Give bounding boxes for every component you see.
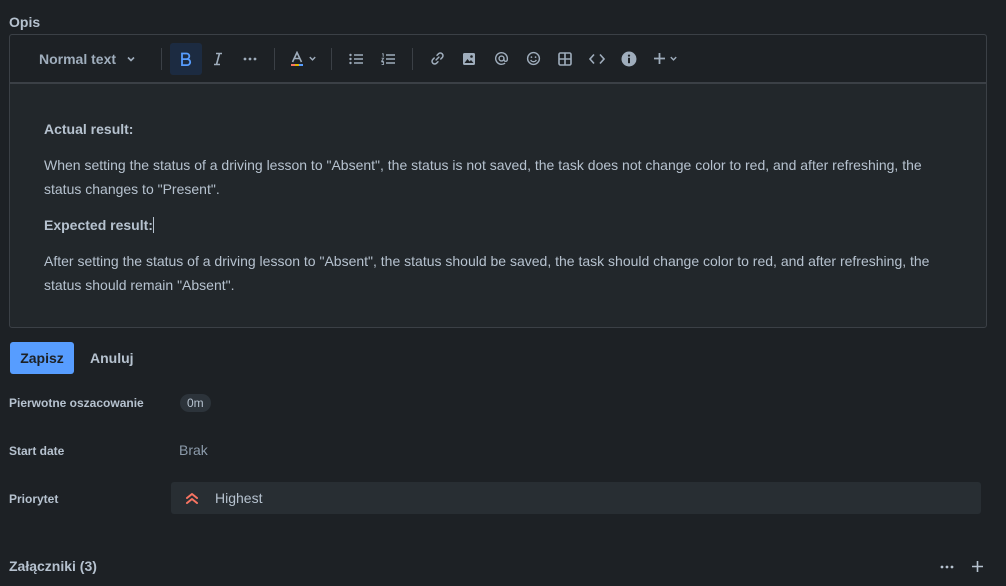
image-button[interactable] bbox=[453, 43, 485, 75]
save-button[interactable]: Zapisz bbox=[10, 342, 74, 374]
estimate-value[interactable]: 0m bbox=[180, 394, 211, 412]
description-editor[interactable]: Normal text Actual result: When setting … bbox=[9, 34, 987, 328]
numbered-list-button[interactable] bbox=[372, 43, 404, 75]
attachments-title: Załączniki (3) bbox=[9, 558, 97, 574]
plus-icon bbox=[971, 560, 983, 572]
text-style-label: Normal text bbox=[39, 50, 117, 67]
actual-result-text: When setting the status of a driving les… bbox=[44, 157, 922, 197]
more-icon bbox=[940, 565, 954, 569]
expected-result-heading: Expected result: bbox=[44, 217, 154, 233]
priority-field[interactable]: Highest bbox=[171, 482, 981, 514]
text-color-icon bbox=[290, 50, 303, 66]
info-panel-button[interactable] bbox=[613, 43, 645, 75]
chevron-down-icon bbox=[669, 56, 677, 61]
estimate-label: Pierwotne oszacowanie bbox=[9, 396, 144, 410]
bold-icon bbox=[181, 52, 192, 66]
table-button[interactable] bbox=[549, 43, 581, 75]
start-date-value[interactable]: Brak bbox=[179, 442, 208, 458]
editor-toolbar: Normal text bbox=[10, 35, 986, 84]
table-icon bbox=[558, 51, 572, 66]
toolbar-divider bbox=[274, 47, 275, 70]
chevron-down-icon bbox=[127, 56, 135, 62]
numbered-list-icon bbox=[381, 52, 395, 65]
toolbar-divider bbox=[412, 47, 413, 70]
italic-button[interactable] bbox=[202, 43, 234, 75]
insert-plus-icon bbox=[653, 53, 665, 64]
expected-result-text: After setting the status of a driving le… bbox=[44, 253, 930, 293]
code-button[interactable] bbox=[581, 43, 613, 75]
emoji-icon bbox=[526, 51, 540, 66]
actual-result-heading: Actual result: bbox=[44, 121, 134, 137]
priority-value: Highest bbox=[215, 490, 263, 506]
info-icon bbox=[621, 51, 637, 66]
more-formatting-button[interactable] bbox=[234, 43, 266, 75]
image-icon bbox=[463, 52, 475, 65]
more-formatting-icon bbox=[243, 57, 257, 60]
text-style-dropdown[interactable]: Normal text bbox=[27, 43, 153, 75]
text-color-button[interactable] bbox=[283, 43, 323, 75]
priority-highest-icon bbox=[185, 490, 201, 506]
toolbar-divider bbox=[161, 47, 162, 70]
insert-menu-button[interactable] bbox=[645, 43, 685, 75]
mention-button[interactable] bbox=[485, 43, 517, 75]
editor-content[interactable]: Actual result: When setting the status o… bbox=[10, 84, 986, 297]
text-cursor bbox=[152, 217, 154, 233]
code-icon bbox=[589, 53, 605, 64]
bold-button[interactable] bbox=[170, 42, 202, 75]
link-button[interactable] bbox=[421, 43, 453, 75]
bullet-list-button[interactable] bbox=[340, 43, 372, 75]
add-attachment-button[interactable] bbox=[967, 556, 987, 576]
mention-icon bbox=[494, 52, 508, 66]
chevron-down-icon bbox=[308, 56, 316, 61]
italic-icon bbox=[214, 52, 222, 65]
attachments-more-button[interactable] bbox=[937, 557, 957, 577]
start-date-label: Start date bbox=[9, 444, 65, 458]
link-icon bbox=[430, 52, 444, 65]
toolbar-divider bbox=[331, 47, 332, 70]
emoji-button[interactable] bbox=[517, 43, 549, 75]
cancel-button[interactable]: Anuluj bbox=[80, 342, 144, 374]
priority-label: Priorytet bbox=[9, 492, 59, 506]
description-title: Opis bbox=[9, 14, 41, 30]
bullet-list-icon bbox=[349, 53, 363, 64]
